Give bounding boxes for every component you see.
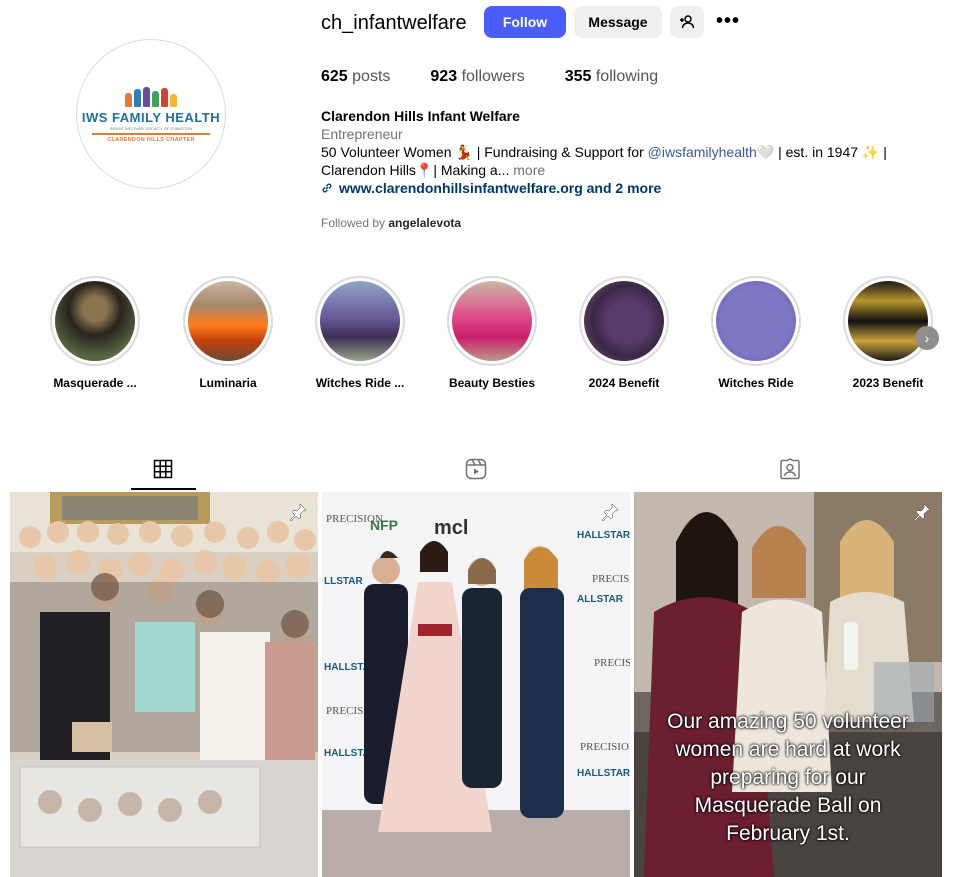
pinned-icon <box>601 503 619 522</box>
profile-stats: 625 posts 923 followers 355 following <box>321 68 698 86</box>
followed-by[interactable]: Followed by angelalevota <box>321 216 461 230</box>
profile-tabs <box>0 448 953 492</box>
bio-name: Clarendon Hills Infant Welfare <box>321 108 520 124</box>
posts-stat: 625 posts <box>321 68 391 85</box>
svg-text:mcl: mcl <box>434 517 468 539</box>
svg-text:HALLSTAR: HALLSTAR <box>577 768 630 779</box>
reels-icon <box>465 458 487 480</box>
tagged-user-icon <box>780 458 800 480</box>
highlight-witches-ride-2[interactable]: Witches Ride <box>696 276 816 390</box>
grid-icon <box>153 459 173 479</box>
group-photo-image <box>10 492 318 877</box>
logo-figures-icon <box>125 85 177 107</box>
message-button[interactable]: Message <box>574 6 662 38</box>
bio-text-line1: 50 Volunteer Women 💃 | Fundraising & Sup… <box>321 144 887 160</box>
pinned-icon <box>913 503 931 522</box>
link-icon <box>322 183 332 193</box>
highlight-witches-ride-1[interactable]: Witches Ride ... <box>300 276 420 390</box>
logo-chapter: CLARENDON HILLS CHAPTER <box>107 137 195 143</box>
add-user-icon <box>680 15 695 29</box>
post-2[interactable]: NFP mcl HALLSTAR LLSTAR HALLSTAR HALLSTAR HA… <box>322 492 630 877</box>
post-3[interactable]: Our amazing 50 volunteer women are hard … <box>634 492 942 877</box>
post-1[interactable] <box>10 492 318 877</box>
logo-divider <box>92 133 210 135</box>
bio-category: Entrepreneur <box>321 126 403 142</box>
website-link[interactable]: www.clarendonhillsinfantwelfare.org and … <box>321 179 901 197</box>
svg-text:HALLSTAR: HALLSTAR <box>577 530 630 541</box>
more-options-icon[interactable]: ••• <box>716 10 740 33</box>
profile-bio: Clarendon Hills Infant Welfare Entrepren… <box>321 107 901 197</box>
svg-text:PRECISION: PRECISION <box>594 657 630 669</box>
story-highlights: Masquerade ... Luminaria Witches Ride ..… <box>0 276 953 396</box>
logo-title: IWS FAMILY HEALTH <box>81 110 221 125</box>
bio-more-link[interactable]: more <box>509 162 545 178</box>
bio-text-line2: Clarendon Hills📍| Making a... more <box>321 162 546 178</box>
post-caption-overlay: Our amazing 50 volunteer women are hard … <box>667 710 909 845</box>
svg-text:LLSTAR: LLSTAR <box>324 576 363 587</box>
highlights-next-icon[interactable]: › <box>915 326 939 350</box>
highlight-beauty-besties[interactable]: Beauty Besties <box>432 276 552 390</box>
active-tab-indicator <box>131 488 196 490</box>
svg-text:PRECISION: PRECISION <box>326 513 383 525</box>
profile-avatar[interactable]: IWS FAMILY HEALTH INFANT WELFARE SOCIETY… <box>76 39 226 189</box>
tab-reels[interactable] <box>444 448 508 490</box>
highlight-luminaria[interactable]: Luminaria <box>168 276 288 390</box>
followers-stat[interactable]: 923 followers <box>430 68 524 86</box>
highlight-masquerade[interactable]: Masquerade ... <box>35 276 155 390</box>
pinned-icon <box>289 503 307 522</box>
mention-link[interactable]: @iwsfamilyhealth <box>648 144 757 160</box>
following-stat[interactable]: 355 following <box>565 68 658 86</box>
suggest-users-button[interactable] <box>670 6 704 38</box>
gala-photo-image: NFP mcl HALLSTARLLSTARHALLSTARHALLSTARHA… <box>322 492 630 877</box>
follow-button[interactable]: Follow <box>484 6 566 38</box>
tab-posts[interactable] <box>131 448 195 490</box>
highlight-2024-benefit[interactable]: 2024 Benefit <box>564 276 684 390</box>
svg-text:ALLSTAR: ALLSTAR <box>577 594 624 605</box>
svg-text:PRECISION: PRECISION <box>580 741 630 753</box>
tab-tagged[interactable] <box>758 448 822 490</box>
svg-text:PRECISION: PRECISION <box>592 573 630 585</box>
logo-subtitle: INFANT WELFARE SOCIETY OF EVANSTON <box>109 126 193 131</box>
profile-username: ch_infantwelfare <box>321 12 467 34</box>
